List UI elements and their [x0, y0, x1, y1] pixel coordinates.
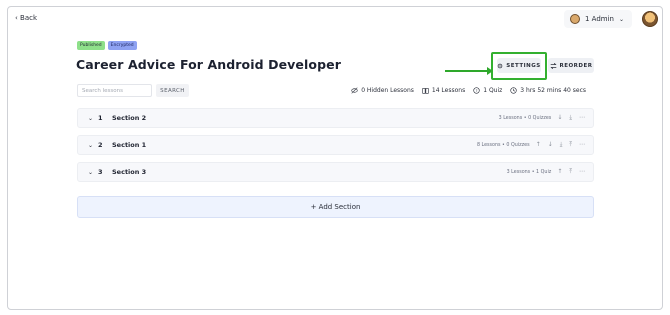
- clock-icon: [510, 87, 517, 94]
- chevron-down-icon[interactable]: ⌄: [88, 142, 98, 149]
- arrow-down-icon[interactable]: ↓: [557, 114, 562, 122]
- eye-off-icon: [351, 87, 358, 94]
- section-name: Section 3: [112, 168, 147, 176]
- move-bottom-icon[interactable]: ⤓: [560, 141, 563, 149]
- status-badges: Published Encrypted: [77, 41, 137, 50]
- section-counts: 3 Lessons • 1 Quiz: [506, 169, 552, 175]
- arrow-up-icon[interactable]: ↑: [536, 141, 541, 149]
- section-meta: 8 Lessons • 0 Quizzes ↑ ↓ ⤓ ⤒ ⋯: [477, 141, 593, 149]
- more-icon[interactable]: ⋯: [579, 114, 585, 122]
- chevron-down-icon: ⌄: [618, 15, 624, 23]
- more-icon[interactable]: ⋯: [579, 141, 585, 149]
- section-number: 1: [98, 114, 103, 122]
- book-icon: [422, 88, 429, 94]
- duration-stat: 3 hrs 52 mins 40 secs: [510, 87, 586, 94]
- course-stats: 0 Hidden Lessons 14 Lessons ? 1 Quiz 3 h…: [351, 87, 586, 94]
- section-meta: 3 Lessons • 0 Quizzes ↓ ⤓ ⋯: [499, 114, 593, 122]
- move-top-icon[interactable]: ⤒: [569, 141, 572, 149]
- admin-menu[interactable]: 1 Admin ⌄: [563, 10, 632, 28]
- search-button[interactable]: SEARCH: [156, 84, 189, 97]
- quiz-label: 1 Quiz: [483, 87, 503, 94]
- arrow-down-icon[interactable]: ↓: [548, 141, 553, 149]
- page-title: Career Advice For Android Developer: [76, 57, 341, 72]
- help-circle-icon: ?: [473, 87, 480, 94]
- encrypted-badge: Encrypted: [107, 41, 137, 50]
- section-meta: 3 Lessons • 1 Quiz ↑ ⤒ ⋯: [507, 168, 593, 176]
- settings-button[interactable]: SETTINGS: [497, 58, 541, 73]
- reorder-icon: [549, 62, 557, 69]
- settings-label: SETTINGS: [506, 62, 541, 69]
- svg-text:?: ?: [476, 89, 478, 93]
- lessons-label: 14 Lessons: [431, 87, 466, 94]
- duration-label: 3 hrs 52 mins 40 secs: [520, 87, 586, 94]
- section-row[interactable]: ⌄ 3 Section 3 3 Lessons • 1 Quiz ↑ ⤒ ⋯: [77, 162, 594, 182]
- search-input[interactable]: [77, 84, 152, 97]
- chevron-down-icon[interactable]: ⌄: [88, 115, 98, 122]
- section-row[interactable]: ⌄ 1 Section 2 3 Lessons • 0 Quizzes ↓ ⤓ …: [77, 108, 594, 128]
- hidden-lessons-label: 0 Hidden Lessons: [361, 87, 414, 94]
- back-link[interactable]: ‹ Back: [15, 14, 37, 22]
- quiz-stat: ? 1 Quiz: [473, 87, 502, 94]
- section-number: 3: [98, 168, 103, 176]
- more-icon[interactable]: ⋯: [579, 168, 585, 176]
- section-name: Section 2: [112, 114, 147, 122]
- admin-label: 1 Admin: [584, 15, 614, 23]
- admin-avatar-icon: [569, 14, 580, 24]
- user-avatar[interactable]: [642, 11, 658, 27]
- published-badge: Published: [77, 41, 105, 50]
- add-section-button[interactable]: + Add Section: [77, 196, 594, 218]
- lessons-stat: 14 Lessons: [422, 87, 465, 94]
- section-name: Section 1: [112, 141, 147, 149]
- section-row[interactable]: ⌄ 2 Section 1 8 Lessons • 0 Quizzes ↑ ↓ …: [77, 135, 594, 155]
- app-window: ‹ Back 1 Admin ⌄ Published Encrypted Car…: [7, 6, 663, 310]
- arrow-up-icon[interactable]: ↑: [557, 168, 562, 176]
- section-counts: 3 Lessons • 0 Quizzes: [498, 115, 552, 121]
- section-number: 2: [98, 141, 103, 149]
- hidden-lessons-stat: 0 Hidden Lessons: [351, 87, 414, 94]
- move-top-icon[interactable]: ⤒: [569, 168, 572, 176]
- move-bottom-icon[interactable]: ⤓: [569, 114, 572, 122]
- chevron-down-icon[interactable]: ⌄: [88, 169, 98, 176]
- section-counts: 8 Lessons • 0 Quizzes: [476, 142, 530, 148]
- annotation-arrow: [445, 67, 493, 75]
- reorder-button[interactable]: REORDER: [548, 58, 594, 73]
- gear-icon: [497, 63, 503, 68]
- reorder-label: REORDER: [559, 62, 593, 69]
